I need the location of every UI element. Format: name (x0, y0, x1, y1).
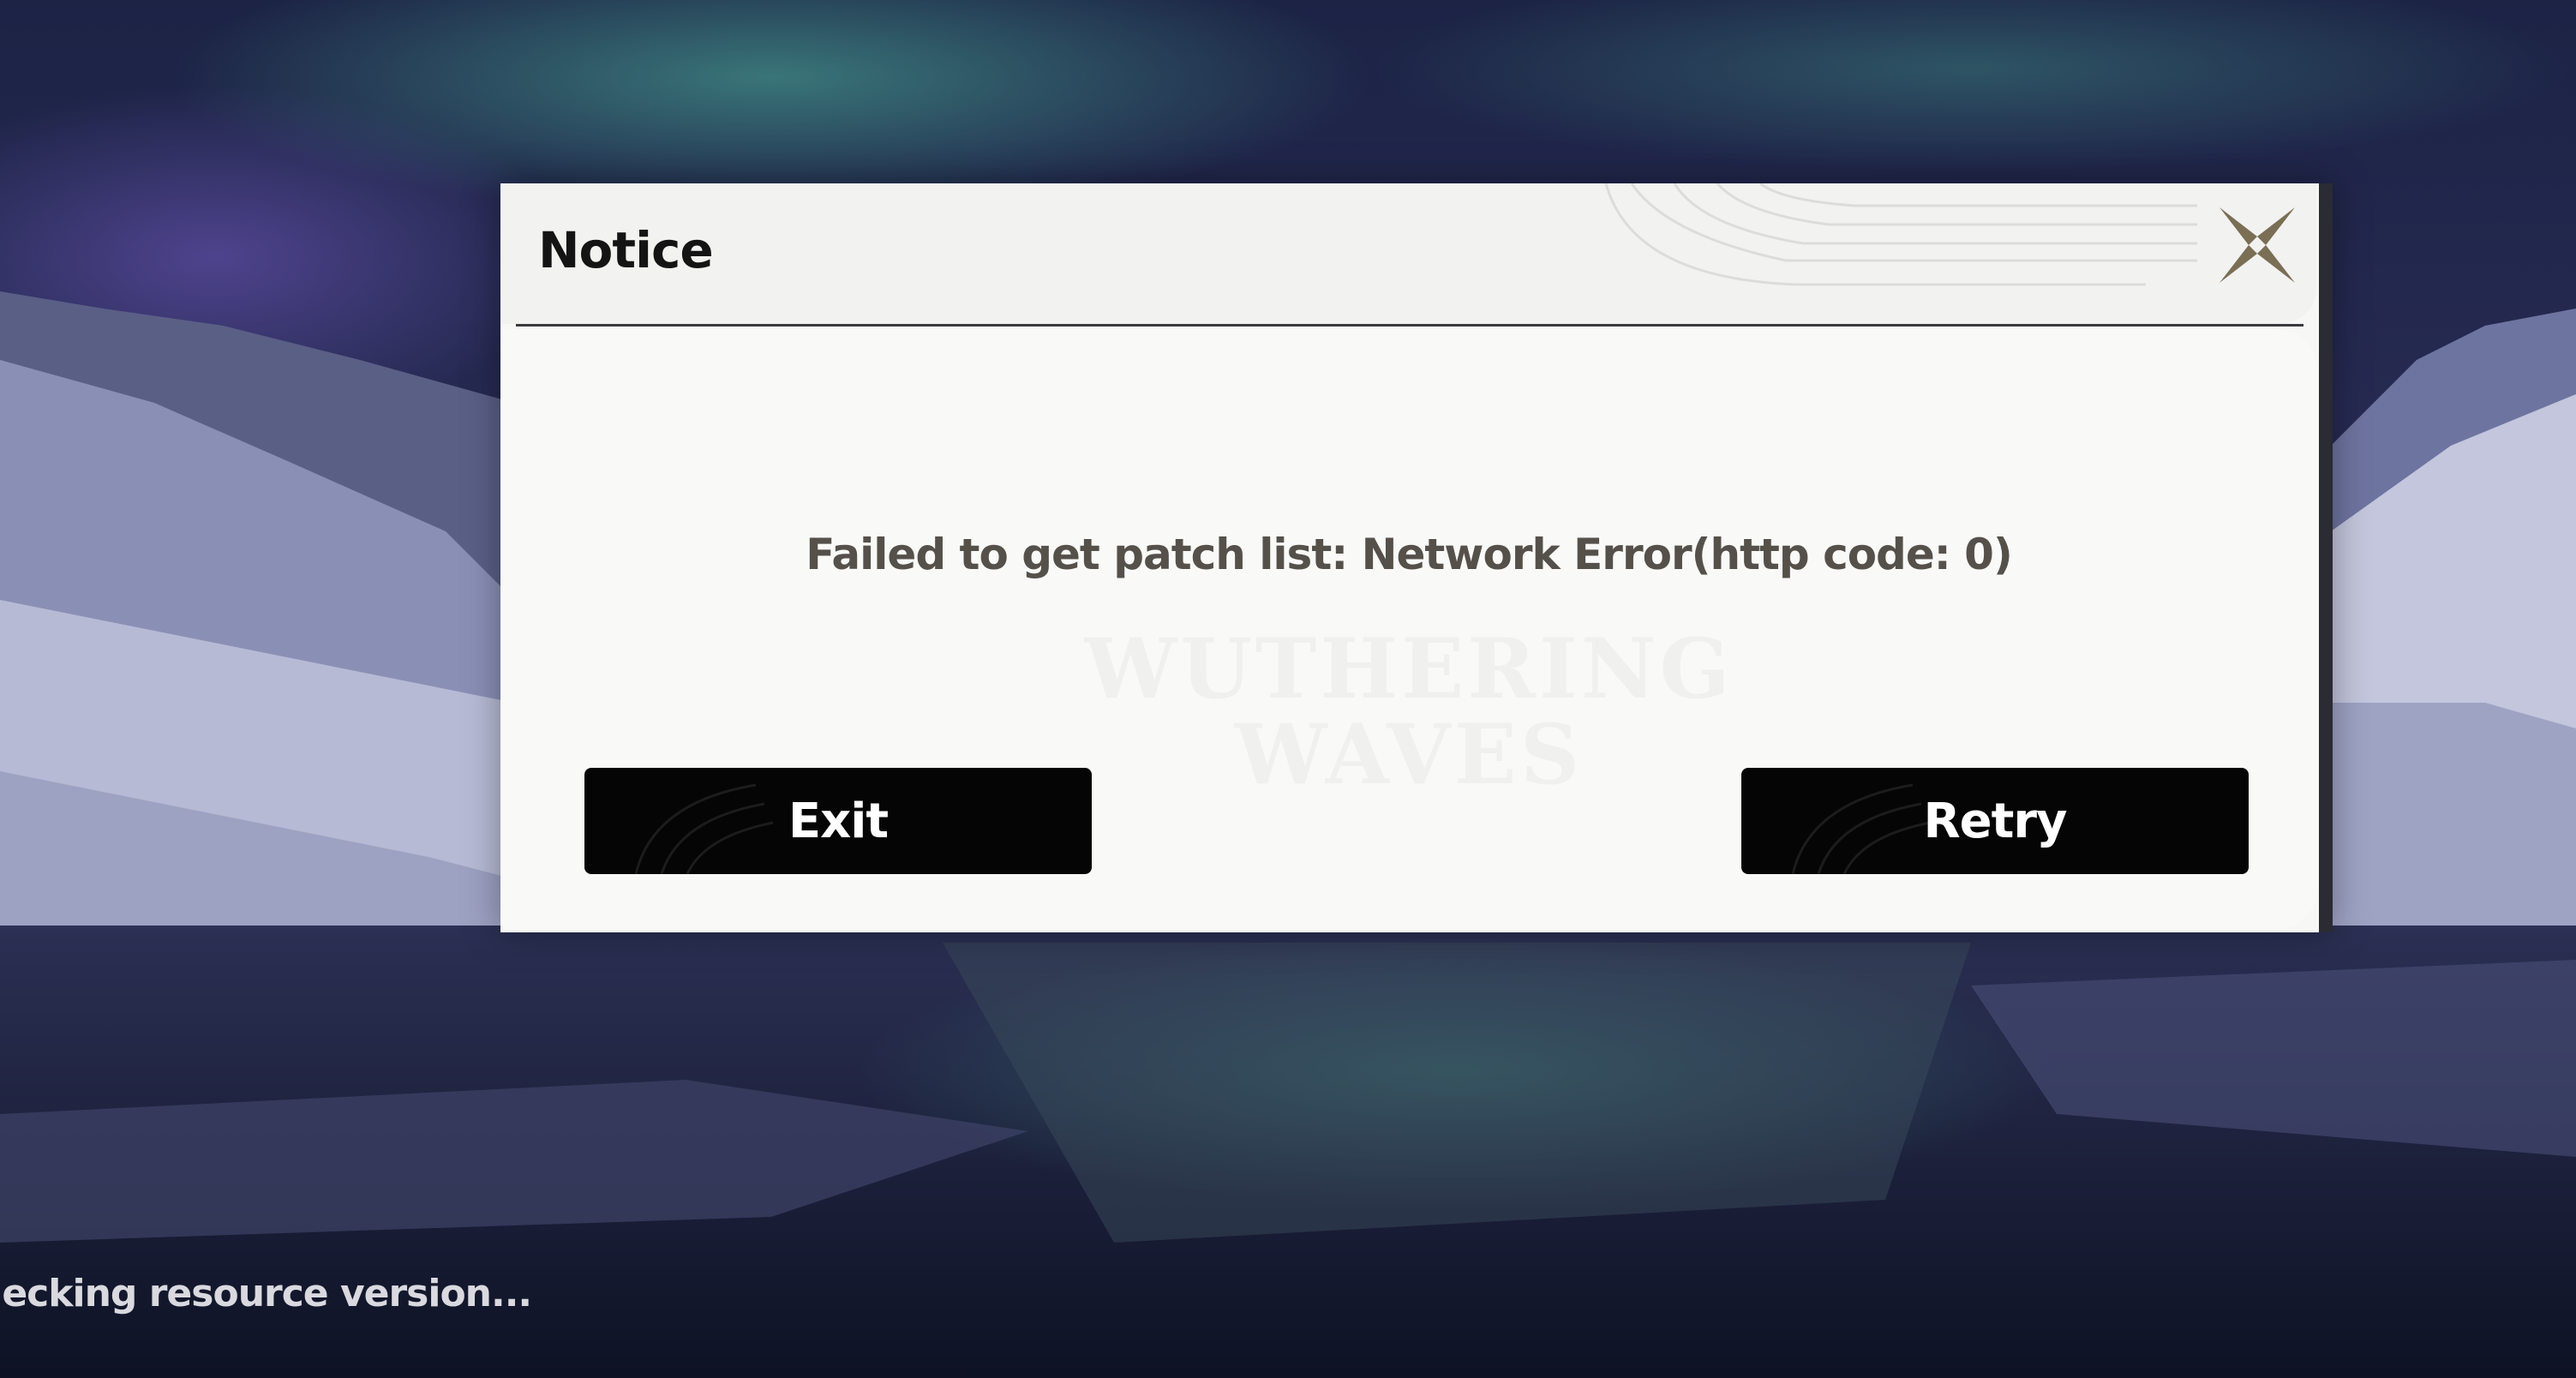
dialog-edge (2319, 183, 2333, 932)
header-decoration (1604, 183, 2197, 286)
notice-dialog: WUTHERING WAVES Notice (500, 183, 2333, 932)
close-button[interactable] (2214, 202, 2300, 288)
error-message: Failed to get patch list: Network Error(… (806, 530, 2013, 579)
dialog-title: Notice (538, 221, 714, 279)
game-logo-watermark: WUTHERING (500, 620, 2317, 717)
loading-status-text: hecking resource version... (0, 1272, 532, 1315)
header-divider (516, 324, 2303, 327)
close-x-icon (2220, 207, 2295, 283)
dialog-header: Notice (500, 183, 2317, 324)
exit-button[interactable]: Exit (584, 768, 1092, 874)
retry-button[interactable]: Retry (1741, 768, 2249, 874)
exit-button-label: Exit (788, 793, 889, 849)
retry-button-label: Retry (1923, 793, 2068, 849)
game-launcher-screen: WUTHERING WAVES Notice (0, 0, 2576, 1378)
